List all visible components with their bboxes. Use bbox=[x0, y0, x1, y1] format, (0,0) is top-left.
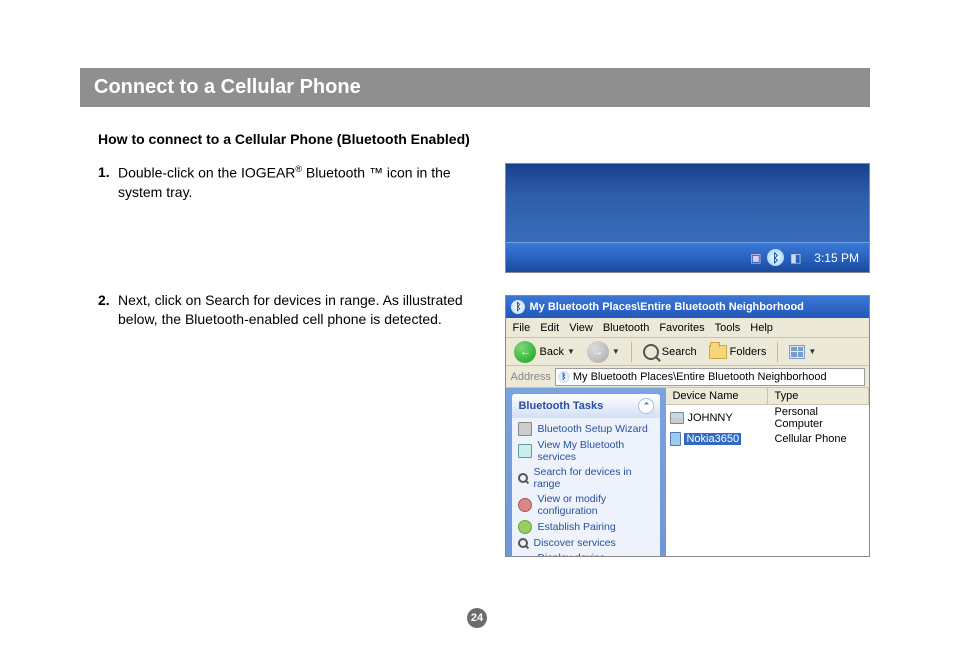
chevron-down-icon: ▼ bbox=[567, 347, 575, 356]
task-icon bbox=[518, 538, 528, 548]
back-arrow-icon: ← bbox=[514, 341, 536, 363]
page-number-badge: 24 bbox=[467, 608, 487, 628]
task-icon bbox=[518, 473, 528, 483]
device-type-label: Cellular Phone bbox=[768, 433, 869, 445]
computer-icon bbox=[670, 412, 684, 424]
device-row[interactable]: JOHNNY Personal Computer bbox=[666, 405, 869, 431]
menu-view[interactable]: View bbox=[569, 322, 593, 334]
forward-arrow-icon: → bbox=[587, 341, 609, 363]
task-icon bbox=[518, 520, 532, 534]
tasks-header[interactable]: Bluetooth Tasks ⌃ bbox=[512, 394, 660, 418]
search-button[interactable]: Search bbox=[639, 342, 701, 362]
menu-bar: File Edit View Bluetooth Favorites Tools… bbox=[506, 318, 869, 338]
chevron-down-icon: ▼ bbox=[612, 347, 620, 356]
address-path-text: My Bluetooth Places\Entire Bluetooth Nei… bbox=[573, 371, 827, 383]
address-field[interactable]: ᛒ My Bluetooth Places\Entire Bluetooth N… bbox=[555, 368, 865, 386]
step-1: 1. Double-click on the IOGEAR® Bluetooth… bbox=[98, 163, 477, 201]
folder-icon bbox=[709, 345, 727, 359]
task-item[interactable]: Discover services bbox=[518, 537, 654, 549]
tasks-panel: Bluetooth Tasks ⌃ Bluetooth Setup Wizard… bbox=[506, 388, 666, 556]
network-icon: ◧ bbox=[787, 249, 804, 266]
folders-button[interactable]: Folders bbox=[705, 343, 771, 361]
address-label: Address bbox=[510, 371, 550, 383]
menu-edit[interactable]: Edit bbox=[540, 322, 559, 334]
views-icon bbox=[789, 345, 805, 359]
address-bar: Address ᛒ My Bluetooth Places\Entire Blu… bbox=[506, 366, 869, 388]
step-1-text: Double-click on the IOGEAR® Bluetooth ™ … bbox=[118, 163, 477, 201]
step-2-text: Next, click on Search for devices in ran… bbox=[118, 291, 477, 329]
phone-icon bbox=[670, 432, 681, 446]
menu-help[interactable]: Help bbox=[750, 322, 773, 334]
toolbar-separator bbox=[631, 342, 632, 362]
task-item[interactable]: Establish Pairing bbox=[518, 520, 654, 534]
chevron-down-icon: ▼ bbox=[808, 347, 816, 356]
page-title: Connect to a Cellular Phone bbox=[80, 68, 870, 107]
views-button[interactable]: ▼ bbox=[785, 343, 820, 361]
task-icon bbox=[518, 422, 532, 436]
forward-button[interactable]: → ▼ bbox=[583, 339, 624, 365]
task-item[interactable]: Search for devices in range bbox=[518, 466, 654, 490]
chevron-up-icon: ⌃ bbox=[638, 398, 654, 414]
bluetooth-icon: ᛒ bbox=[558, 371, 570, 383]
step-2-num: 2. bbox=[98, 291, 118, 329]
file-list: Device Name Type JOHNNY Personal Computer… bbox=[666, 388, 869, 556]
tray-icons: ▣ ᛒ ◧ bbox=[747, 249, 804, 266]
back-button[interactable]: ← Back ▼ bbox=[510, 339, 578, 365]
device-name-label: Nokia3650 bbox=[684, 433, 741, 445]
bluetooth-icon[interactable]: ᛒ bbox=[767, 249, 784, 266]
toolbar-separator bbox=[777, 342, 778, 362]
task-icon bbox=[518, 444, 532, 458]
step-1-num: 1. bbox=[98, 163, 118, 201]
col-device-name[interactable]: Device Name bbox=[666, 388, 768, 404]
task-label: View or modify configuration bbox=[537, 493, 654, 517]
col-type[interactable]: Type bbox=[768, 388, 869, 404]
shield-icon: ▣ bbox=[747, 249, 764, 266]
task-item[interactable]: Bluetooth Setup Wizard bbox=[518, 422, 654, 436]
toolbar: ← Back ▼ → ▼ Search Folde bbox=[506, 338, 869, 366]
explorer-window: ᛒ My Bluetooth Places\Entire Bluetooth N… bbox=[505, 295, 870, 557]
window-titlebar: ᛒ My Bluetooth Places\Entire Bluetooth N… bbox=[506, 296, 869, 318]
device-name-label: JOHNNY bbox=[687, 412, 732, 424]
window-title-text: My Bluetooth Places\Entire Bluetooth Nei… bbox=[529, 301, 803, 313]
menu-favorites[interactable]: Favorites bbox=[659, 322, 704, 334]
menu-file[interactable]: File bbox=[512, 322, 530, 334]
search-icon bbox=[643, 344, 659, 360]
task-label: Search for devices in range bbox=[533, 466, 654, 490]
bluetooth-icon: ᛒ bbox=[511, 300, 525, 314]
menu-bluetooth[interactable]: Bluetooth bbox=[603, 322, 649, 334]
task-icon bbox=[518, 498, 532, 512]
step-2: 2. Next, click on Search for devices in … bbox=[98, 291, 477, 329]
device-row[interactable]: Nokia3650 Cellular Phone bbox=[666, 431, 869, 447]
system-tray-screenshot: ▣ ᛒ ◧ 3:15 PM bbox=[505, 163, 870, 273]
task-label: Display device properties bbox=[537, 552, 654, 556]
task-label: Establish Pairing bbox=[537, 521, 615, 533]
task-item[interactable]: View My Bluetooth services bbox=[518, 439, 654, 463]
task-label: View My Bluetooth services bbox=[537, 439, 654, 463]
task-label: Discover services bbox=[533, 537, 615, 549]
taskbar: ▣ ᛒ ◧ 3:15 PM bbox=[506, 242, 869, 272]
menu-tools[interactable]: Tools bbox=[715, 322, 741, 334]
device-type-label: Personal Computer bbox=[768, 406, 869, 430]
section-subhead: How to connect to a Cellular Phone (Blue… bbox=[98, 131, 870, 147]
column-headers: Device Name Type bbox=[666, 388, 869, 405]
system-clock: 3:15 PM bbox=[810, 251, 863, 265]
task-label: Bluetooth Setup Wizard bbox=[537, 423, 647, 435]
task-item[interactable]: View or modify configuration bbox=[518, 493, 654, 517]
task-item[interactable]: Display device properties bbox=[518, 552, 654, 556]
